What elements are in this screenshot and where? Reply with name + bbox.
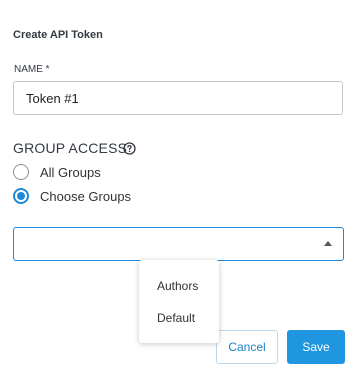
dropdown-option-authors[interactable]: Authors <box>157 279 198 293</box>
group-access-heading: GROUP ACCESS <box>13 140 128 156</box>
radio-button[interactable] <box>13 164 29 180</box>
dropdown-option-default[interactable]: Default <box>157 311 195 325</box>
radio-label: All Groups <box>40 164 101 180</box>
question-circle-icon[interactable] <box>123 142 136 155</box>
cancel-button[interactable]: Cancel <box>216 330 278 364</box>
radio-label: Choose Groups <box>40 188 132 204</box>
caret-up-icon[interactable] <box>324 241 332 246</box>
radio-all-groups[interactable]: All Groups <box>13 164 101 180</box>
save-button[interactable]: Save <box>287 330 345 364</box>
groups-dropdown-menu: Authors Default <box>139 260 219 343</box>
groups-select[interactable] <box>13 227 344 261</box>
radio-choose-groups[interactable]: Choose Groups <box>13 188 131 204</box>
dialog-title: Create API Token <box>13 29 103 41</box>
name-field-label: NAME * <box>14 64 50 75</box>
radio-button-checked[interactable] <box>13 188 29 204</box>
name-input[interactable] <box>13 81 343 115</box>
